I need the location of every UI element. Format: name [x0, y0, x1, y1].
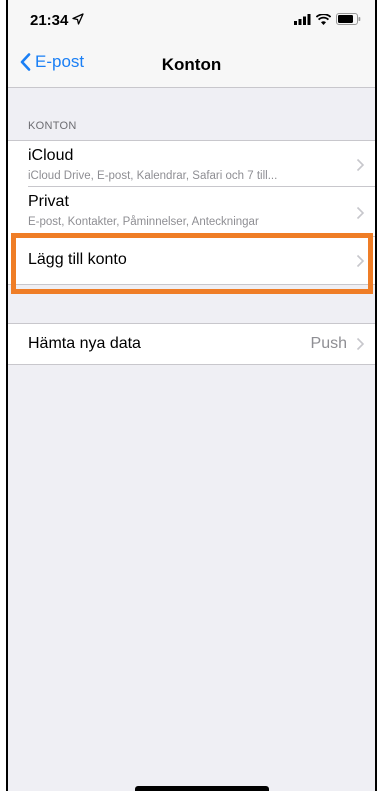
navigation-bar: E-post Konton — [8, 42, 375, 88]
add-account-row[interactable]: Lägg till konto — [8, 237, 375, 284]
add-account-label: Lägg till konto — [28, 251, 127, 268]
chevron-right-icon — [356, 158, 365, 172]
account-row-icloud[interactable]: iCloud iCloud Drive, E-post, Kalendrar, … — [8, 141, 375, 187]
accounts-list: iCloud iCloud Drive, E-post, Kalendrar, … — [8, 140, 375, 285]
status-icons — [294, 13, 361, 25]
account-title: Privat — [28, 193, 69, 210]
chevron-right-icon — [356, 206, 365, 220]
wifi-icon — [316, 13, 331, 25]
chevron-right-icon — [356, 337, 365, 351]
account-subtitle: E-post, Kontakter, Påminnelser, Anteckni… — [28, 216, 259, 228]
fetch-mode-value: Push — [310, 335, 347, 352]
fetch-new-data-label: Hämta nya data — [28, 335, 141, 352]
status-bar: 21:34 — [8, 0, 375, 42]
page-title: Konton — [161, 55, 222, 74]
signal-bars-icon — [294, 13, 311, 25]
home-indicator — [135, 786, 269, 791]
account-subtitle: iCloud Drive, E-post, Kalendrar, Safari … — [28, 170, 278, 182]
section-header-accounts: KONTON — [28, 120, 77, 132]
status-time: 21:34 — [30, 12, 69, 29]
chevron-right-icon — [356, 254, 365, 268]
account-title: iCloud — [28, 147, 74, 164]
fetch-new-data-row[interactable]: Hämta nya data Push — [8, 324, 375, 364]
account-row-privat[interactable]: Privat E-post, Kontakter, Påminnelser, A… — [8, 187, 375, 237]
location-arrow-icon — [72, 13, 84, 25]
battery-icon — [336, 13, 361, 25]
phone-screen: 21:34 E-post Konton KONTON iCloud iCloud… — [6, 0, 377, 791]
fetch-data-list: Hämta nya data Push — [8, 323, 375, 365]
